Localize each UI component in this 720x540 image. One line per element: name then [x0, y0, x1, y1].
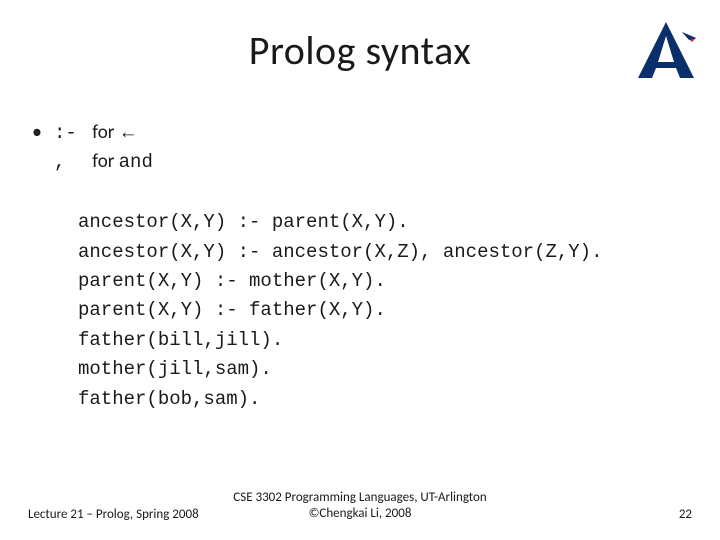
for-word-2: for — [92, 150, 114, 173]
bullet-line-1: • :- for ← — [32, 118, 688, 148]
footer-center-line1: CSE 3302 Programming Languages, UT-Arlin… — [0, 490, 720, 506]
for-word-1: for — [92, 121, 114, 144]
footer-left: Lecture 21 – Prolog, Spring 2008 — [28, 507, 199, 522]
symbol-comma: , — [54, 149, 88, 177]
bullet-dot-icon: • — [32, 118, 54, 147]
slide-number: 22 — [679, 507, 692, 522]
bullet-text-2: , for and — [54, 148, 153, 177]
and-word: and — [119, 151, 153, 173]
slide: Prolog syntax • :- for ← , for a — [0, 0, 720, 540]
slide-footer: Lecture 21 – Prolog, Spring 2008 CSE 330… — [0, 490, 720, 523]
bullet-text-1: :- for ← — [54, 119, 138, 148]
left-arrow-icon: ← — [119, 122, 138, 143]
uta-logo — [634, 18, 698, 82]
slide-title: Prolog syntax — [0, 26, 720, 75]
slide-body: • :- for ← , for and ancestor(X,Y) :- pa… — [32, 118, 688, 414]
prolog-code-block: ancestor(X,Y) :- parent(X,Y). ancestor(X… — [78, 208, 688, 414]
bullet-line-2: , for and — [32, 148, 688, 177]
symbol-colon-dash: :- — [54, 120, 88, 148]
uta-a-icon — [634, 18, 698, 82]
